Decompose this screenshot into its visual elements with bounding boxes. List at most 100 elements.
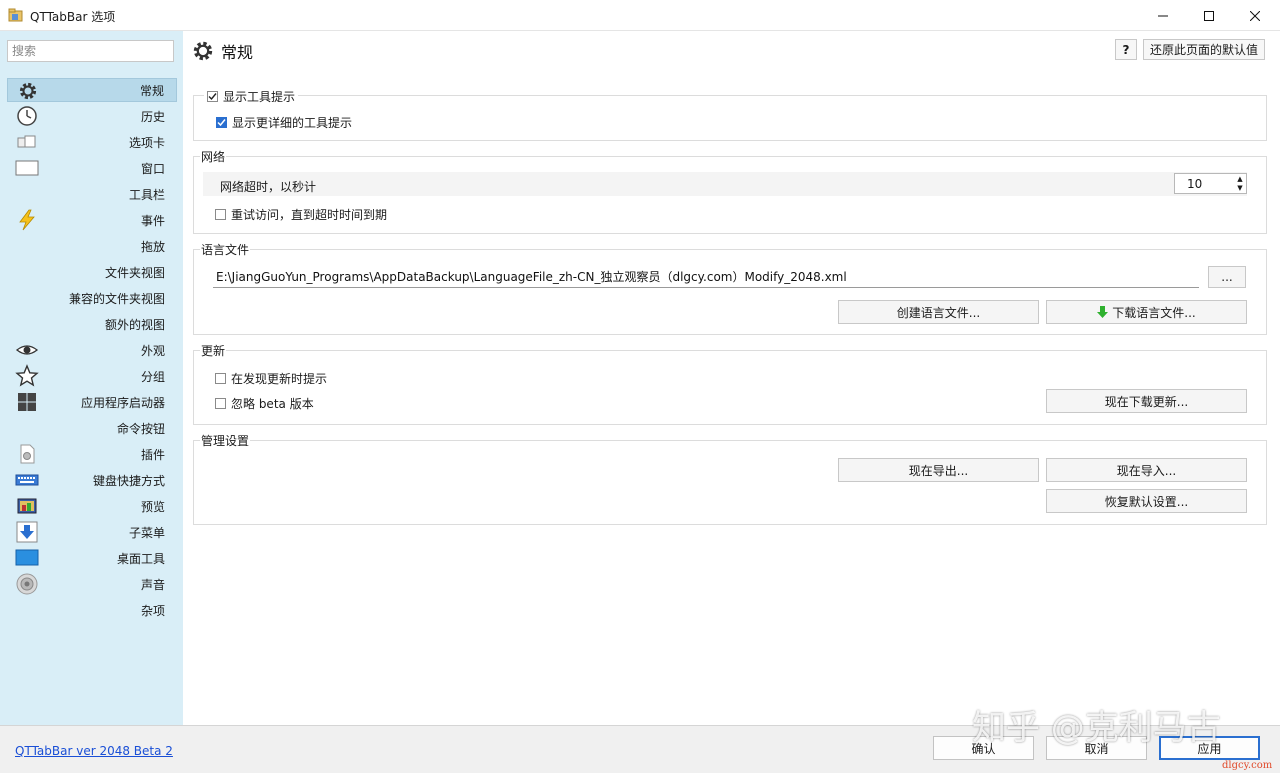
sidebar-item-compatible-folder-view[interactable]: 兼容的文件夹视图 xyxy=(7,286,177,310)
window-title: QTTabBar 选项 xyxy=(30,10,116,24)
sidebar-item-extra-views[interactable]: 额外的视图 xyxy=(7,312,177,336)
sidebar-item-label: 历史 xyxy=(140,109,165,124)
gear-icon xyxy=(193,41,213,61)
sidebar-item-events[interactable]: 事件 xyxy=(7,208,177,232)
sidebar-item-general[interactable]: 常规 xyxy=(7,78,177,102)
restore-default-settings-button[interactable]: 恢复默认设置... xyxy=(1046,489,1247,513)
search-input[interactable] xyxy=(7,40,174,62)
notify-update-label: 在发现更新时提示 xyxy=(231,372,328,386)
sidebar-item-keyboard-shortcuts[interactable]: 键盘快捷方式 xyxy=(7,468,177,492)
export-now-button[interactable]: 现在导出... xyxy=(838,458,1039,482)
download-arrow-icon xyxy=(1097,306,1109,318)
minimize-button[interactable] xyxy=(1140,0,1186,31)
sidebar-item-appearance[interactable]: 外观 xyxy=(7,338,177,362)
windows-icon xyxy=(15,391,39,413)
close-icon xyxy=(1250,10,1260,21)
maximize-icon xyxy=(1204,10,1214,21)
network-timeout-stepper[interactable]: 10 ▲ ▼ xyxy=(1174,173,1247,194)
sidebar-item-label: 应用程序启动器 xyxy=(80,395,165,410)
close-button[interactable] xyxy=(1232,0,1278,31)
star-icon xyxy=(15,364,39,387)
sidebar-item-label: 外观 xyxy=(140,343,165,358)
sidebar-item-label: 文件夹视图 xyxy=(104,265,165,280)
stepper-up-icon[interactable]: ▲ xyxy=(1235,175,1245,183)
ok-button[interactable]: 确认 xyxy=(933,736,1034,760)
tabs-icon xyxy=(15,131,39,153)
language-group-title: 语言文件 xyxy=(200,241,251,258)
checkbox-checked[interactable] xyxy=(207,91,218,102)
speaker-icon xyxy=(15,573,39,595)
sidebar-item-app-launcher[interactable]: 应用程序启动器 xyxy=(7,390,177,414)
sidebar-item-command-buttons[interactable]: 命令按钮 xyxy=(7,416,177,440)
title-bar: QTTabBar 选项 xyxy=(0,0,1280,31)
sidebar-item-label: 工具栏 xyxy=(128,187,165,202)
network-group-title: 网络 xyxy=(200,148,227,165)
retry-access-checkbox[interactable]: 重试访问，直到超时时间到期 xyxy=(215,206,387,223)
clock-icon xyxy=(15,105,39,127)
checkbox-unchecked[interactable] xyxy=(215,209,226,220)
sidebar-item-label: 子菜单 xyxy=(128,525,165,540)
sidebar-item-desktop-tools[interactable]: 桌面工具 xyxy=(7,546,177,570)
cancel-button[interactable]: 取消 xyxy=(1046,736,1147,760)
network-timeout-label: 网络超时，以秒计 xyxy=(220,180,317,194)
download-language-file-label: 下载语言文件... xyxy=(1112,305,1196,320)
show-tooltips-checkbox[interactable]: 显示工具提示 xyxy=(204,88,299,105)
minimize-icon xyxy=(1158,15,1168,16)
sidebar-item-label: 预览 xyxy=(140,499,165,514)
sidebar-item-plugins[interactable]: 插件 xyxy=(7,442,177,466)
sidebar-item-toolbar[interactable]: 工具栏 xyxy=(7,182,177,206)
sidebar-item-dragdrop[interactable]: 拖放 xyxy=(7,234,177,258)
create-language-file-button[interactable]: 创建语言文件... xyxy=(838,300,1039,324)
version-link[interactable]: QTTabBar ver 2048 Beta 2 xyxy=(15,744,173,758)
checkbox-unchecked[interactable] xyxy=(215,373,226,384)
language-file-path-field[interactable] xyxy=(213,266,1199,288)
checkbox-unchecked[interactable] xyxy=(215,398,226,409)
help-icon: ? xyxy=(1122,42,1130,57)
sidebar-item-label: 分组 xyxy=(140,369,165,384)
ignore-beta-checkbox[interactable]: 忽略 beta 版本 xyxy=(215,395,314,412)
network-timeout-row: 网络超时，以秒计 xyxy=(203,172,1247,196)
show-detailed-tooltips-label: 显示更详细的工具提示 xyxy=(232,116,353,130)
browse-language-file-button[interactable]: ... xyxy=(1208,266,1246,288)
maximize-button[interactable] xyxy=(1186,0,1232,31)
import-now-button[interactable]: 现在导入... xyxy=(1046,458,1247,482)
main-content: 常规 ? 还原此页面的默认值 显示工具提示 显示更详细的工具提示 网络 网络超时… xyxy=(183,31,1280,725)
sidebar-item-label: 杂项 xyxy=(140,603,165,618)
sidebar-item-window[interactable]: 窗口 xyxy=(7,156,177,180)
update-group-title: 更新 xyxy=(200,342,227,359)
sidebar-item-folder-view[interactable]: 文件夹视图 xyxy=(7,260,177,284)
download-language-file-button[interactable]: 下载语言文件... xyxy=(1046,300,1247,324)
plugin-icon xyxy=(15,443,39,465)
desktop-icon xyxy=(15,547,39,569)
help-button[interactable]: ? xyxy=(1115,39,1137,60)
notify-update-checkbox[interactable]: 在发现更新时提示 xyxy=(215,370,327,387)
show-detailed-tooltips-checkbox[interactable]: 显示更详细的工具提示 xyxy=(216,114,352,131)
sidebar-item-history[interactable]: 历史 xyxy=(7,104,177,128)
sidebar-item-submenu[interactable]: 子菜单 xyxy=(7,520,177,544)
sidebar-item-label: 额外的视图 xyxy=(104,317,165,332)
sidebar-item-misc[interactable]: 杂项 xyxy=(7,598,177,622)
sidebar-item-label: 键盘快捷方式 xyxy=(92,473,165,488)
lightning-icon xyxy=(15,209,39,231)
ignore-beta-label: 忽略 beta 版本 xyxy=(231,397,314,411)
apply-button[interactable]: 应用 xyxy=(1159,736,1260,760)
sidebar-item-preview[interactable]: 预览 xyxy=(7,494,177,518)
eye-icon xyxy=(15,339,39,361)
checkbox-checked[interactable] xyxy=(216,117,227,128)
gear-icon xyxy=(16,80,40,102)
sidebar-item-label: 选项卡 xyxy=(128,135,165,150)
sidebar-item-label: 兼容的文件夹视图 xyxy=(68,291,165,306)
sidebar-item-groups[interactable]: 分组 xyxy=(7,364,177,388)
keyboard-icon xyxy=(15,469,39,491)
sidebar-item-sound[interactable]: 声音 xyxy=(7,572,177,596)
tooltips-group: 显示工具提示 显示更详细的工具提示 xyxy=(193,88,1267,141)
stepper-down-icon[interactable]: ▼ xyxy=(1235,184,1245,192)
sidebar-item-label: 插件 xyxy=(140,447,165,462)
sidebar: 常规 历史 选项卡 窗口 工具栏 事件 拖放 文件夹视图 兼容的文件夹视图 额外… xyxy=(0,31,183,725)
preview-icon xyxy=(15,495,39,517)
check-icon xyxy=(217,119,226,127)
sidebar-item-label: 声音 xyxy=(140,577,165,592)
sidebar-item-tabs[interactable]: 选项卡 xyxy=(7,130,177,154)
download-update-now-button[interactable]: 现在下载更新... xyxy=(1046,389,1247,413)
restore-page-defaults-button[interactable]: 还原此页面的默认值 xyxy=(1143,39,1265,60)
